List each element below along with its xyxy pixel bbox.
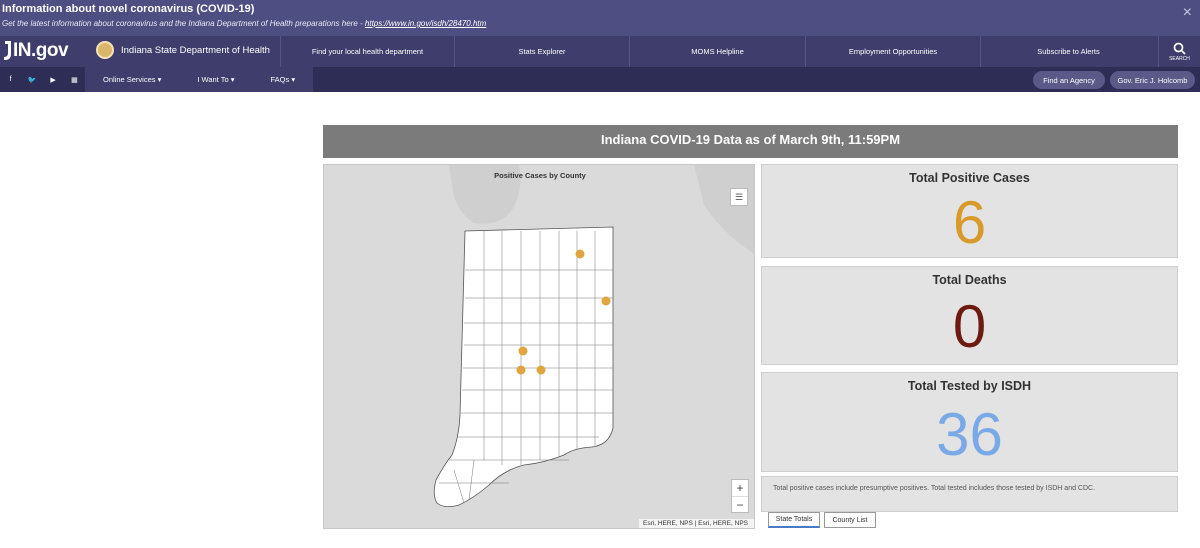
agency-name: Indiana State Department of Health: [121, 44, 270, 56]
twitter-icon[interactable]: 🐦: [21, 76, 42, 84]
stat-card-tested: Total Tested by ISDH 36: [761, 372, 1178, 472]
stat-card-positive-cases: Total Positive Cases 6: [761, 164, 1178, 258]
alert-title: Information about novel coronavirus (COV…: [2, 3, 255, 15]
case-marker[interactable]: [518, 346, 528, 356]
secondary-bar: f 🐦 ▶ ▦ Online Services ▾ I Want To ▾ FA…: [0, 67, 1200, 92]
covid-alert-banner: Information about novel coronavirus (COV…: [0, 0, 1200, 36]
nav-subscribe-alerts[interactable]: Subscribe to Alerts: [980, 36, 1156, 67]
header-nav: Find your local health department Stats …: [280, 36, 1156, 67]
nav-stats-explorer[interactable]: Stats Explorer: [454, 36, 629, 67]
close-icon[interactable]: ×: [1183, 5, 1192, 21]
data-note: Total positive cases include presumptive…: [761, 476, 1178, 512]
stat-value-deaths: 0: [952, 293, 987, 360]
stat-card-deaths: Total Deaths 0: [761, 266, 1178, 365]
dashboard-title: Indiana COVID-19 Data as of March 9th, 1…: [323, 125, 1178, 158]
case-markers: [516, 249, 611, 375]
facebook-icon[interactable]: f: [0, 76, 21, 83]
menu-online-services[interactable]: Online Services ▾: [85, 67, 179, 92]
ingov-logo-mark-icon: [4, 41, 11, 60]
nav-local-health-department[interactable]: Find your local health department: [280, 36, 454, 67]
secondary-menu: Online Services ▾ I Want To ▾ FAQs ▾: [85, 67, 314, 92]
stat-label-tested: Total Tested by ISDH: [907, 379, 1032, 393]
state-seal-icon: [96, 41, 114, 59]
stat-value-positive-cases: 6: [952, 189, 987, 256]
ingov-logo-text: IN.gov: [13, 40, 69, 61]
zoom-controls: + −: [731, 479, 749, 513]
governor-button[interactable]: Gov. Eric J. Holcomb: [1110, 71, 1195, 89]
menu-i-want-to[interactable]: I Want To ▾: [179, 67, 252, 92]
zoom-in-button[interactable]: +: [732, 480, 748, 496]
tab-county-list[interactable]: County List: [824, 512, 876, 528]
case-marker[interactable]: [601, 296, 611, 306]
alert-subtitle-text: Get the latest information about coronav…: [2, 19, 365, 28]
search-icon: [1173, 42, 1186, 55]
calendar-icon[interactable]: ▦: [64, 76, 85, 84]
tab-state-totals[interactable]: State Totals: [768, 512, 820, 528]
legend-list-icon[interactable]: ☰: [730, 188, 748, 206]
zoom-out-button[interactable]: −: [732, 496, 748, 512]
county-map-panel[interactable]: Positive Cases by County ☰ + − Esri, HER…: [323, 164, 755, 529]
map-title: Positive Cases by County: [494, 171, 586, 180]
agency-brand[interactable]: Indiana State Department of Health: [96, 41, 270, 59]
stat-value-tested: 36: [936, 401, 1003, 468]
map-attribution: Esri, HERE, NPS | Esri, HERE, NPS: [639, 519, 754, 528]
main-header: IN.gov Indiana State Department of Healt…: [0, 36, 1200, 67]
case-marker[interactable]: [575, 249, 585, 259]
case-marker[interactable]: [536, 365, 546, 375]
stat-label-deaths: Total Deaths: [932, 273, 1007, 287]
search-button[interactable]: SEARCH: [1158, 36, 1200, 67]
social-links: f 🐦 ▶ ▦: [0, 67, 85, 92]
menu-faqs[interactable]: FAQs ▾: [253, 67, 314, 92]
stat-label-positive-cases: Total Positive Cases: [909, 171, 1030, 185]
alert-subtitle: Get the latest information about coronav…: [2, 19, 486, 28]
find-agency-button[interactable]: Find an Agency: [1033, 71, 1105, 89]
nav-employment-opportunities[interactable]: Employment Opportunities: [805, 36, 980, 67]
ingov-logo[interactable]: IN.gov: [3, 40, 69, 62]
youtube-icon[interactable]: ▶: [43, 76, 64, 84]
search-label: SEARCH: [1169, 55, 1190, 62]
case-marker[interactable]: [516, 365, 526, 375]
alert-link[interactable]: https://www.in.gov/isdh/28470.htm: [365, 19, 486, 28]
nav-moms-helpline[interactable]: MOMS Helpline: [629, 36, 805, 67]
